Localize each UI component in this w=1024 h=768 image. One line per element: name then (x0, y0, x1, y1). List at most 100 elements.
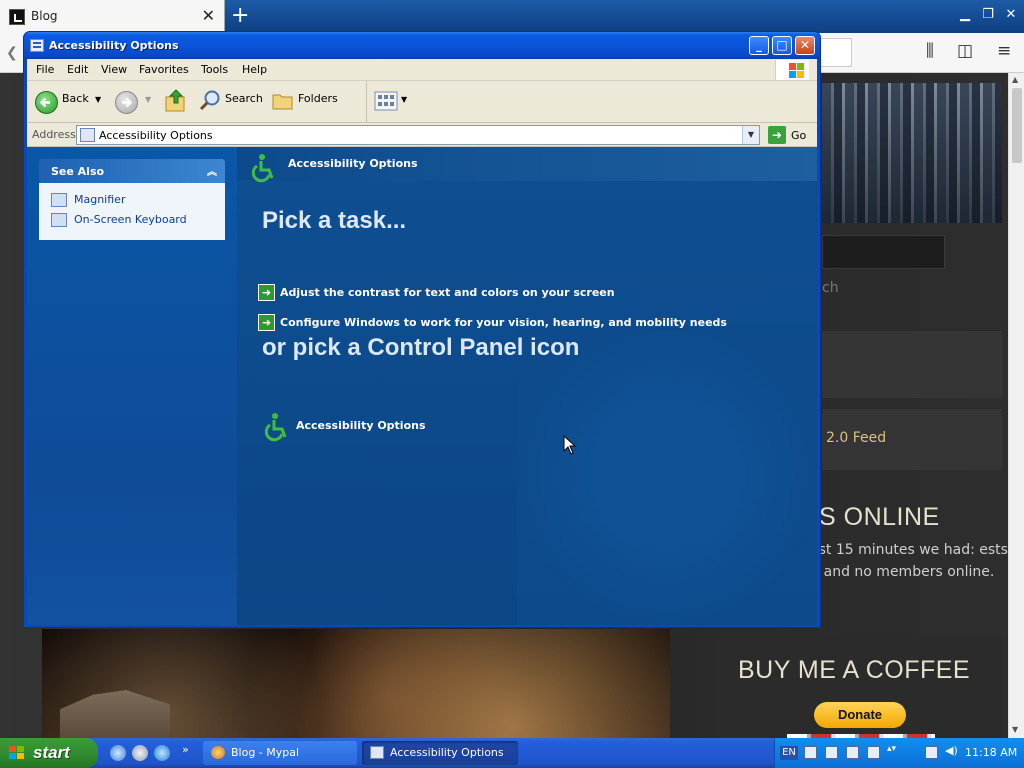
volume-icon[interactable]: ◀) (945, 744, 958, 757)
who-online-heading: S ONLINE (819, 503, 940, 531)
keyboard-icon[interactable] (804, 746, 817, 759)
new-tab-plus-icon[interactable]: + (231, 3, 249, 29)
toolbar-divider (366, 81, 367, 123)
pick-task-heading: Pick a task... (262, 207, 407, 234)
back-dropdown-icon[interactable]: ▼ (95, 95, 101, 104)
menu-view[interactable]: View (101, 63, 127, 76)
menu-favorites[interactable]: Favorites (139, 63, 189, 76)
page-scrollbar[interactable]: ▲ ▼ (1008, 73, 1024, 738)
taskbar-button-blog[interactable]: Blog - Mypal (203, 741, 357, 765)
content-header-title: Accessibility Options (288, 157, 418, 170)
sidebar-search-input[interactable] (822, 235, 945, 269)
rss-feed-link[interactable]: 2.0 Feed (826, 430, 886, 446)
keyboard-icon (51, 213, 67, 227)
city-skyline-image (822, 83, 1002, 223)
folders-button[interactable]: Folders (298, 92, 338, 105)
back-arrow-icon[interactable]: ❮ (6, 45, 18, 61)
windows-flag-icon (775, 60, 809, 80)
menu-file[interactable]: File (36, 63, 54, 76)
restore-icon[interactable]: ❐ (979, 6, 997, 24)
accessibility-options-icon[interactable] (258, 411, 290, 443)
views-icon[interactable] (374, 90, 398, 115)
wheelchair-icon (245, 152, 277, 184)
accessibility-options-link[interactable]: Accessibility Options (296, 419, 426, 432)
taskbar: start » Blog - Mypal Accessibility Optio… (0, 738, 1024, 768)
control-panel-icon (80, 128, 95, 142)
task-pane: See Also ︽ Magnifier On-Screen Keyboard (27, 147, 237, 625)
taskbar-button-label: Accessibility Options (390, 746, 504, 759)
sidebar-search-button[interactable]: ch (822, 280, 839, 296)
quicklaunch-more-icon[interactable]: » (182, 743, 189, 756)
control-panel-icon (30, 39, 44, 52)
see-also-header[interactable]: See Also ︽ (39, 159, 225, 183)
scroll-down-icon[interactable]: ▼ (1012, 725, 1018, 734)
task-arrow-icon: ➜ (258, 314, 275, 331)
window-title-bar[interactable]: Accessibility Options _ □ ✕ (24, 32, 820, 59)
menu-edit[interactable]: Edit (67, 63, 88, 76)
collapse-chevron-icon[interactable]: ︽ (207, 163, 217, 178)
donate-button[interactable]: Donate (814, 702, 906, 728)
accessibility-window: Accessibility Options _ □ ✕ File Edit Vi… (23, 31, 821, 628)
start-label: start (33, 743, 70, 762)
up-folder-icon[interactable] (164, 88, 188, 117)
see-also-item-label: Magnifier (74, 193, 126, 206)
search-icon[interactable] (198, 89, 222, 116)
content-pane: Accessibility Options Pick a task... ➜ A… (237, 147, 817, 625)
back-button[interactable]: Back (62, 92, 89, 105)
forward-dropdown-icon[interactable]: ▼ (145, 95, 151, 104)
language-indicator[interactable]: EN (780, 746, 798, 760)
go-arrow-icon: ➜ (768, 126, 786, 144)
minimize-button[interactable]: _ (749, 36, 769, 55)
magnifier-icon (51, 193, 67, 207)
go-button[interactable]: ➜ Go (768, 126, 810, 144)
close-icon[interactable]: ✕ (1002, 6, 1020, 24)
coffee-heading: BUY ME A COFFEE (738, 656, 971, 684)
address-field[interactable]: Accessibility Options ▼ (76, 125, 760, 145)
scroll-up-icon[interactable]: ▲ (1012, 75, 1018, 84)
back-arrow-icon[interactable] (35, 91, 58, 114)
clock: 11:18 AM (965, 746, 1018, 759)
close-tab-icon[interactable]: ✕ (202, 6, 215, 25)
sidebar-toggle-icon[interactable]: ◫ (957, 41, 973, 61)
windows-flag-icon (9, 746, 25, 760)
task-arrow-icon: ➜ (258, 284, 275, 301)
address-dropdown-icon[interactable]: ▼ (742, 126, 759, 144)
start-button[interactable]: start (0, 738, 98, 768)
taskbar-button-accessibility[interactable]: Accessibility Options (362, 741, 518, 765)
menu-tools[interactable]: Tools (201, 63, 228, 76)
close-button[interactable]: ✕ (795, 36, 815, 55)
tray-app-icon[interactable] (846, 746, 859, 759)
menu-help[interactable]: Help (242, 63, 267, 76)
url-bar[interactable] (816, 38, 852, 67)
taskbar-button-label: Blog - Mypal (231, 746, 300, 759)
browser-tab-title: Blog (31, 9, 58, 23)
library-icon[interactable]: ⫼ (926, 41, 934, 61)
help-icon[interactable] (867, 746, 880, 759)
scroll-thumb[interactable] (1012, 88, 1022, 163)
folders-icon[interactable] (271, 90, 295, 115)
maximize-button[interactable]: □ (772, 36, 792, 55)
standard-toolbar: Back ▼ ▼ Search Folders ▼ (27, 81, 817, 123)
minimize-icon[interactable]: ▁ (956, 6, 974, 24)
browser-tab[interactable]: Blog ✕ (0, 0, 225, 33)
quicklaunch-app-icon[interactable] (132, 745, 148, 761)
go-label: Go (791, 129, 807, 142)
pen-icon[interactable] (825, 746, 838, 759)
task-label: Configure Windows to work for your visio… (280, 316, 727, 329)
menu-icon[interactable]: ≡ (997, 41, 1011, 61)
sidebar-block (822, 330, 1002, 398)
address-bar: Address Accessibility Options ▼ ➜ Go (27, 123, 817, 147)
network-icon[interactable] (925, 746, 938, 759)
system-tray: EN ▴▾ ◀) 11:18 AM (774, 738, 1024, 768)
quicklaunch-snowflake-icon[interactable] (110, 745, 126, 761)
views-dropdown-icon[interactable]: ▼ (401, 95, 407, 104)
forward-arrow-icon[interactable] (115, 91, 138, 114)
tray-options-icon[interactable]: ▴▾ (887, 744, 896, 757)
search-button[interactable]: Search (225, 92, 263, 105)
quicklaunch-ie-icon[interactable] (154, 745, 170, 761)
address-label: Address (32, 128, 76, 141)
browser-icon (211, 746, 225, 759)
see-also-body: Magnifier On-Screen Keyboard (39, 183, 225, 240)
browser-tab-bar: Blog ✕ + ▁ ❐ ✕ (0, 0, 1024, 33)
window-title: Accessibility Options (49, 39, 179, 52)
